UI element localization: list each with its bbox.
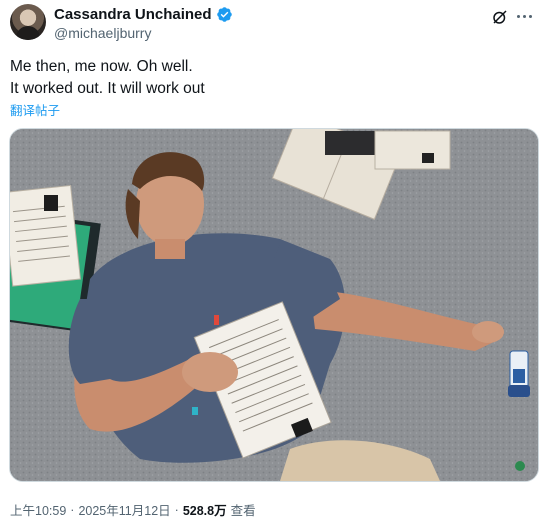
author-name-row[interactable]: Cassandra Unchained — [54, 6, 233, 23]
tweet-meta: 上午10:59 · 2025年11月12日 · 528.8万 查看 — [10, 500, 256, 519]
tweet-image[interactable] — [9, 128, 539, 482]
tweet-text: Me then, me now. Oh well. It worked out.… — [10, 56, 205, 100]
author-handle[interactable]: @michaeljburry — [54, 25, 151, 41]
verified-badge-icon — [216, 7, 232, 22]
more-icon[interactable] — [517, 12, 535, 20]
author-display-name[interactable]: Cassandra Unchained — [54, 6, 212, 23]
translate-post-link[interactable]: 翻译帖子 — [10, 100, 60, 119]
avatar[interactable] — [10, 4, 46, 40]
tweet-line-1: Me then, me now. Oh well. — [10, 58, 193, 75]
tweet-header: Cassandra Unchained @michaeljburry — [10, 2, 535, 46]
views-label: 查看 — [230, 504, 256, 518]
tweet-line-2: It worked out. It will work out — [10, 80, 205, 97]
meta-separator-2: · — [174, 502, 179, 517]
views-count[interactable]: 528.8万 — [183, 500, 227, 519]
grok-icon[interactable] — [491, 8, 509, 26]
photo-illustration — [10, 129, 538, 481]
meta-separator: · — [70, 502, 75, 517]
tweet-date[interactable]: 2025年11月12日 — [78, 500, 170, 519]
tweet-time[interactable]: 上午10:59 — [10, 500, 66, 519]
